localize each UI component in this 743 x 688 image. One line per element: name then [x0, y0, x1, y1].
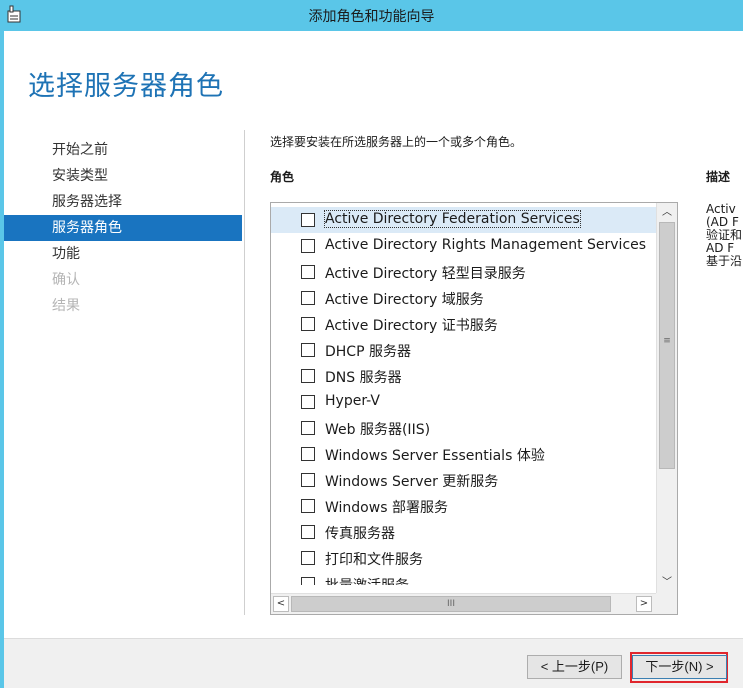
scroll-down-icon[interactable]: ﹀: [657, 574, 677, 592]
description-line: 验证和: [706, 229, 743, 242]
nav-divider: [244, 130, 245, 615]
role-checkbox[interactable]: [301, 291, 315, 305]
role-row[interactable]: Windows Server 更新服务: [271, 467, 656, 493]
vertical-scroll-thumb[interactable]: ≡: [659, 222, 675, 469]
role-checkbox[interactable]: [301, 395, 315, 409]
role-row[interactable]: 传真服务器: [271, 519, 656, 545]
role-row[interactable]: 打印和文件服务: [271, 545, 656, 571]
role-checkbox[interactable]: [301, 239, 315, 253]
role-row[interactable]: Web 服务器(IIS): [271, 415, 656, 441]
wizard-steps-nav: 开始之前 安装类型 服务器选择 服务器角色 功能确认结果: [4, 137, 242, 319]
horizontal-scroll-thumb[interactable]: III: [291, 596, 611, 612]
role-row[interactable]: DNS 服务器: [271, 363, 656, 389]
role-label: 传真服务器: [325, 526, 395, 542]
scroll-left-icon[interactable]: <: [273, 596, 289, 612]
next-button[interactable]: 下一步(N) >: [632, 655, 727, 679]
window-title: 添加角色和功能向导: [308, 9, 435, 25]
scrollbar-corner: [656, 593, 677, 614]
horizontal-scrollbar[interactable]: < III >: [271, 593, 656, 614]
role-row[interactable]: 批量激活服务: [271, 571, 656, 585]
nav-item[interactable]: 服务器选择: [4, 189, 242, 215]
roles-list: Active Directory Federation Services Acti…: [271, 207, 656, 585]
role-checkbox[interactable]: [301, 317, 315, 331]
role-label: 批量激活服务: [325, 575, 409, 585]
description-line: AD F: [706, 242, 735, 255]
role-label: Active Directory 轻型目录服务: [325, 266, 526, 282]
role-row[interactable]: Active Directory 轻型目录服务: [271, 259, 656, 285]
role-checkbox[interactable]: [301, 525, 315, 539]
role-checkbox[interactable]: [301, 343, 315, 357]
nav-item[interactable]: 安装类型: [4, 163, 242, 189]
role-checkbox[interactable]: [301, 551, 315, 565]
role-label: DNS 服务器: [325, 370, 402, 386]
role-label: Windows Server 更新服务: [325, 474, 499, 490]
description-header: 描述: [706, 170, 731, 184]
roles-header: 角色: [270, 170, 295, 184]
role-label: Active Directory 域服务: [325, 292, 484, 308]
nav-item: 结果: [52, 298, 80, 314]
role-label: Active Directory Federation Services: [324, 210, 581, 228]
role-checkbox[interactable]: [301, 421, 315, 435]
nav-item[interactable]: 开始之前: [4, 137, 242, 163]
role-checkbox[interactable]: [301, 213, 315, 227]
nav-item[interactable]: 服务器角色: [4, 215, 242, 241]
scroll-right-icon[interactable]: >: [636, 596, 652, 612]
description-line: (AD F: [706, 216, 739, 229]
role-row[interactable]: DHCP 服务器: [271, 337, 656, 363]
role-checkbox[interactable]: [301, 369, 315, 383]
role-row[interactable]: Active Directory 域服务: [271, 285, 656, 311]
instruction-text: 选择要安装在所选服务器上的一个或多个角色。: [270, 135, 523, 149]
grip-icon: ≡: [663, 336, 671, 346]
role-checkbox[interactable]: [301, 577, 315, 585]
description-line: Activ: [706, 203, 736, 216]
nav-item: 确认: [52, 272, 80, 288]
role-row[interactable]: Hyper-V: [271, 389, 656, 415]
role-label: Active Directory Rights Management Servi…: [325, 237, 647, 253]
role-checkbox[interactable]: [301, 499, 315, 513]
role-label: Web 服务器(IIS): [325, 422, 431, 438]
role-checkbox[interactable]: [301, 447, 315, 461]
title-bar: 添加角色和功能向导: [0, 0, 743, 31]
role-checkbox[interactable]: [301, 473, 315, 487]
roles-listbox[interactable]: Active Directory Federation Services Acti…: [270, 202, 678, 615]
role-label: DHCP 服务器: [325, 344, 411, 360]
role-label: Active Directory 证书服务: [325, 318, 498, 334]
window-left-border: [0, 31, 4, 688]
vertical-scrollbar[interactable]: ︿ ≡ ﹀: [656, 203, 677, 593]
role-label: Windows 部署服务: [325, 500, 448, 516]
role-description: Activ (AD F 验证和 AD F 基于沿: [706, 203, 743, 268]
role-row[interactable]: Windows Server Essentials 体验: [271, 441, 656, 467]
role-checkbox[interactable]: [301, 265, 315, 279]
role-label: Windows Server Essentials 体验: [325, 448, 545, 464]
role-row[interactable]: Active Directory Federation Services: [271, 207, 656, 233]
description-line: 基于沿: [706, 255, 743, 268]
role-row[interactable]: Active Directory Rights Management Servi…: [271, 233, 656, 259]
role-label: 打印和文件服务: [325, 552, 423, 568]
wizard-footer: < 上一步(P) 下一步(N) >: [4, 638, 743, 688]
scroll-up-icon[interactable]: ︿: [657, 204, 677, 222]
role-row[interactable]: Windows 部署服务: [271, 493, 656, 519]
role-label: Hyper-V: [325, 393, 380, 409]
page-title: 选择服务器角色: [28, 71, 224, 102]
nav-item[interactable]: 功能: [4, 241, 242, 267]
previous-button[interactable]: < 上一步(P): [527, 655, 622, 679]
role-row[interactable]: Active Directory 证书服务: [271, 311, 656, 337]
